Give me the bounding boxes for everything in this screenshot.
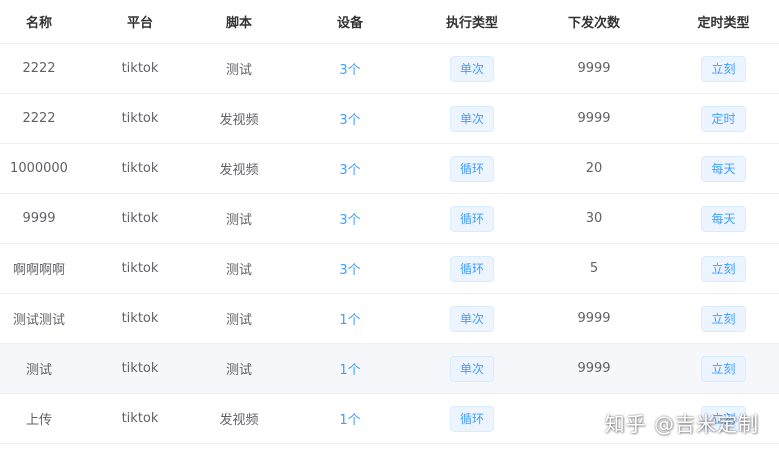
cell-platform: tiktok <box>121 311 159 326</box>
header-platform: 平台 <box>126 16 153 31</box>
cell-exec-type: 循环 <box>424 144 520 193</box>
timer-type-tag: 立刻 <box>701 355 746 382</box>
header-timer-type: 定时类型 <box>697 16 750 31</box>
cell-platform: tiktok <box>121 411 159 426</box>
table-row[interactable]: 1000000 tiktok 发视频 3个 循环 20 每天 <box>0 144 779 194</box>
zhihu-watermark: 知乎 @吉米定制 <box>604 412 759 436</box>
cell-count: 9999 <box>577 311 611 326</box>
header-count: 下发次数 <box>567 16 620 31</box>
cell-count: 9999 <box>577 361 611 376</box>
exec-type-tag: 单次 <box>449 105 494 132</box>
cell-exec-type: 单次 <box>424 44 520 93</box>
cell-device: 1个 <box>276 344 424 393</box>
cell-platform: tiktok <box>121 111 159 126</box>
cell-count: 20 <box>585 161 603 176</box>
header-device: 设备 <box>336 16 363 31</box>
exec-type-tag: 单次 <box>449 55 494 82</box>
device-link[interactable]: 3个 <box>339 59 360 78</box>
cell-exec-type: 单次 <box>424 94 520 143</box>
exec-type-tag: 循环 <box>449 155 494 182</box>
cell-count: 30 <box>585 211 603 226</box>
cell-platform: tiktok <box>121 261 159 276</box>
timer-type-tag: 立刻 <box>701 55 746 82</box>
cell-timer-type: 立刻 <box>668 244 779 293</box>
timer-type-tag: 立刻 <box>701 255 746 282</box>
cell-exec-type: 循环 <box>424 244 520 293</box>
cell-platform: tiktok <box>121 211 159 226</box>
cell-script: 发视频 <box>219 113 259 128</box>
cell-name: 2222 <box>22 61 56 76</box>
cell-timer-type: 定时 <box>668 94 779 143</box>
cell-device: 3个 <box>276 244 424 293</box>
device-link[interactable]: 3个 <box>339 159 360 178</box>
cell-device: 3个 <box>276 194 424 243</box>
cell-name: 上传 <box>25 413 52 428</box>
cell-name: 啊啊啊啊 <box>12 263 65 278</box>
table-row[interactable]: 啊啊啊啊 tiktok 测试 3个 循环 5 立刻 <box>0 244 779 294</box>
cell-platform: tiktok <box>121 61 159 76</box>
cell-name: 测试测试 <box>12 313 65 328</box>
cell-timer-type: 每天 <box>668 144 779 193</box>
cell-name: 1000000 <box>10 161 68 176</box>
cell-device: 3个 <box>276 94 424 143</box>
table-header: 名称 平台 脚本 设备 执行类型 下发次数 定时类型 <box>0 0 779 44</box>
cell-name: 9999 <box>22 211 56 226</box>
timer-type-tag: 每天 <box>701 155 746 182</box>
cell-device: 1个 <box>276 294 424 343</box>
cell-timer-type: 立刻 <box>668 344 779 393</box>
cell-device: 3个 <box>276 44 424 93</box>
device-link[interactable]: 1个 <box>339 359 360 378</box>
exec-type-tag: 循环 <box>449 205 494 232</box>
cell-platform: tiktok <box>121 361 159 376</box>
cell-count: 9999 <box>577 111 611 126</box>
cell-exec-type: 单次 <box>424 344 520 393</box>
cell-timer-type: 立刻 <box>668 294 779 343</box>
device-link[interactable]: 1个 <box>339 309 360 328</box>
cell-name: 2222 <box>22 111 56 126</box>
task-table: 名称 平台 脚本 设备 执行类型 下发次数 定时类型 2222 tiktok 测… <box>0 0 779 455</box>
device-link[interactable]: 1个 <box>339 409 360 428</box>
cell-script: 发视频 <box>219 413 259 428</box>
table-row[interactable]: 9999 tiktok 测试 3个 循环 30 每天 <box>0 194 779 244</box>
timer-type-tag: 立刻 <box>701 305 746 332</box>
cell-device: 1个 <box>276 394 424 443</box>
header-name: 名称 <box>25 16 52 31</box>
cell-script: 发视频 <box>219 163 259 178</box>
cell-exec-type: 循环 <box>424 194 520 243</box>
header-exec-type: 执行类型 <box>445 16 498 31</box>
device-link[interactable]: 3个 <box>339 209 360 228</box>
timer-type-tag: 每天 <box>701 205 746 232</box>
table-row[interactable]: 测试 tiktok 测试 1个 单次 9999 立刻 <box>0 344 779 394</box>
cell-name: 测试 <box>25 363 52 378</box>
device-link[interactable]: 3个 <box>339 109 360 128</box>
timer-type-tag: 定时 <box>701 105 746 132</box>
cell-platform: tiktok <box>121 161 159 176</box>
cell-script: 测试 <box>225 263 252 278</box>
cell-script: 测试 <box>225 213 252 228</box>
cell-exec-type: 循环 <box>424 394 520 443</box>
cell-count: 9999 <box>577 61 611 76</box>
cell-timer-type: 每天 <box>668 194 779 243</box>
exec-type-tag: 单次 <box>449 355 494 382</box>
table-row[interactable]: 2222 tiktok 发视频 3个 单次 9999 定时 <box>0 94 779 144</box>
header-script: 脚本 <box>225 16 252 31</box>
exec-type-tag: 循环 <box>449 405 494 432</box>
table-row[interactable]: 测试测试 tiktok 测试 1个 单次 9999 立刻 <box>0 294 779 344</box>
cell-script: 测试 <box>225 363 252 378</box>
exec-type-tag: 单次 <box>449 305 494 332</box>
cell-timer-type: 立刻 <box>668 44 779 93</box>
cell-exec-type: 单次 <box>424 294 520 343</box>
cell-script: 测试 <box>225 313 252 328</box>
table-row[interactable]: 2222 tiktok 测试 3个 单次 9999 立刻 <box>0 44 779 94</box>
device-link[interactable]: 3个 <box>339 259 360 278</box>
exec-type-tag: 循环 <box>449 255 494 282</box>
cell-count: 5 <box>589 261 599 276</box>
cell-device: 3个 <box>276 144 424 193</box>
cell-script: 测试 <box>225 63 252 78</box>
